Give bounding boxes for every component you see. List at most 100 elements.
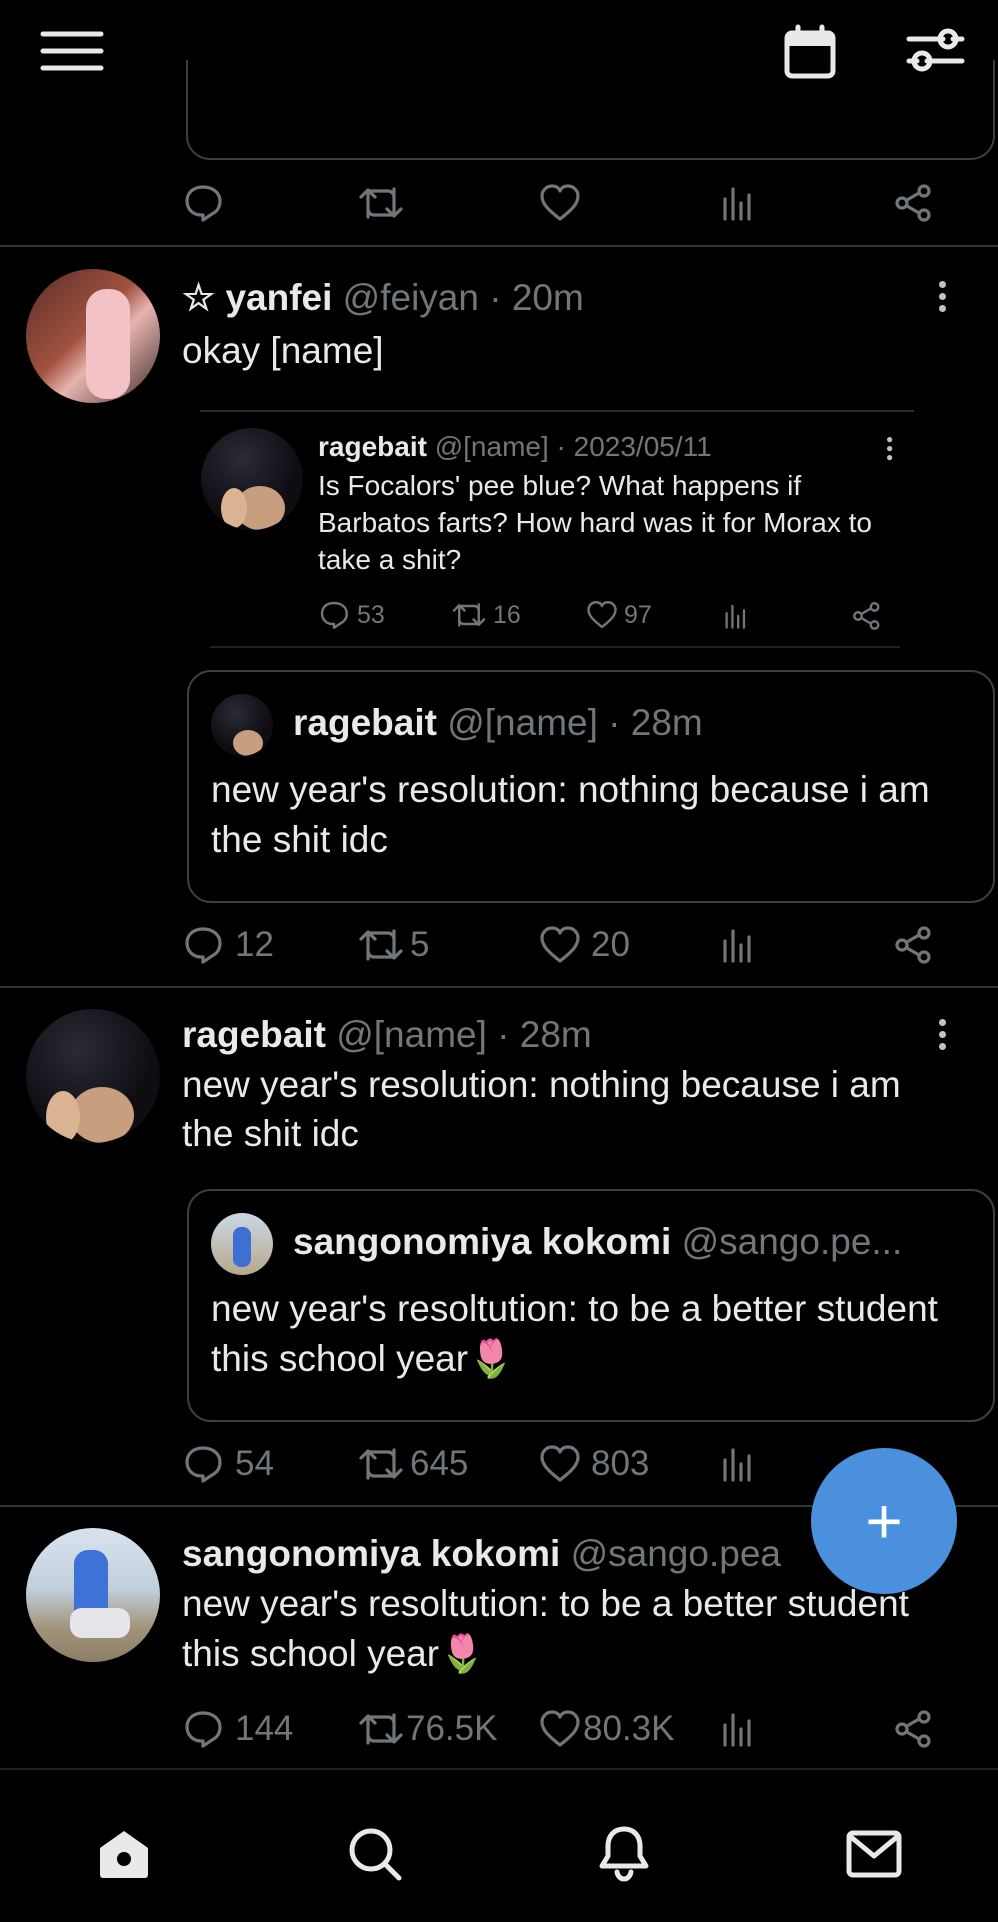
views-button[interactable] xyxy=(721,1446,755,1482)
reply-icon xyxy=(185,185,222,222)
reply-icon xyxy=(185,1711,222,1748)
post-header: ragebait @[name] · 28m xyxy=(182,1014,592,1056)
avatar[interactable] xyxy=(26,1009,160,1143)
share-button[interactable] xyxy=(894,925,934,965)
author-name[interactable]: ragebait xyxy=(182,1014,326,1055)
reply-count: 12 xyxy=(235,925,274,964)
more-options-icon[interactable] xyxy=(939,1019,947,1055)
embedded-post-header: ragebait @[name] · 2023/05/11 xyxy=(318,431,712,463)
repost-count: 16 xyxy=(451,600,521,630)
embedded-post-text: Is Focalors' pee blue? What happens if B… xyxy=(318,470,872,575)
like-button[interactable]: 803 xyxy=(539,1444,649,1484)
plus-icon: + xyxy=(865,1485,903,1557)
repost-icon xyxy=(452,603,486,627)
share-icon xyxy=(895,926,931,964)
author-handle: @[name] · 28m xyxy=(447,702,703,743)
share-icon xyxy=(895,1710,931,1748)
reply-count: 144 xyxy=(235,1709,294,1748)
author-handle: @[name] · 28m xyxy=(336,1014,592,1055)
mail-icon[interactable] xyxy=(846,1830,902,1878)
repost-icon xyxy=(359,1448,403,1480)
repost-button[interactable]: 76.5K xyxy=(358,1709,497,1749)
author-name: sangonomiya kokomi xyxy=(293,1221,672,1262)
heart-icon xyxy=(587,601,617,629)
like-button[interactable] xyxy=(539,183,581,223)
bar-chart-icon xyxy=(723,187,751,221)
avatar xyxy=(201,428,303,530)
reply-button[interactable]: 12 xyxy=(183,925,274,965)
author-name: ragebait xyxy=(293,702,437,743)
bottom-nav xyxy=(0,1768,998,1922)
hamburger-icon[interactable] xyxy=(40,30,104,72)
views-button[interactable] xyxy=(721,927,755,963)
post-text: new year's resolution: nothing because i… xyxy=(182,1064,901,1154)
compose-button[interactable]: + xyxy=(811,1448,957,1594)
heart-icon xyxy=(540,1710,580,1747)
quoted-header: sangonomiya kokomi @sango.pe... xyxy=(293,1221,902,1263)
reply-icon xyxy=(320,601,348,629)
bar-chart-icon xyxy=(725,604,746,629)
bell-icon[interactable] xyxy=(597,1824,651,1882)
share-icon xyxy=(852,601,882,631)
like-button[interactable]: 20 xyxy=(539,925,630,965)
author-handle: @sango.pe... xyxy=(681,1221,903,1262)
author-handle: @[name] · 2023/05/11 xyxy=(434,431,712,462)
like-count: 20 xyxy=(591,925,630,964)
quoted-text: new year's resoltution: to be a better s… xyxy=(211,1288,938,1379)
reply-count: 54 xyxy=(235,1444,274,1483)
like-button[interactable]: 80.3K xyxy=(539,1709,674,1749)
views-icon xyxy=(723,603,749,629)
reply-button[interactable] xyxy=(183,183,223,223)
reply-button[interactable]: 144 xyxy=(183,1709,293,1749)
repost-count: 76.5K xyxy=(406,1709,498,1748)
bar-chart-icon xyxy=(723,1713,751,1747)
views-button[interactable] xyxy=(721,1711,755,1747)
quoted-post[interactable]: sangonomiya kokomi @sango.pe... new year… xyxy=(187,1189,995,1422)
home-icon[interactable] xyxy=(96,1828,152,1880)
avatar[interactable] xyxy=(26,1528,160,1662)
share-button[interactable] xyxy=(894,1709,934,1749)
heart-icon xyxy=(540,184,580,221)
author-name[interactable]: yanfei xyxy=(225,277,332,318)
reply-icon xyxy=(185,927,222,964)
share-icon xyxy=(853,602,880,630)
reply-button[interactable]: 54 xyxy=(183,1444,274,1484)
star-glyph: ☆ xyxy=(182,277,216,318)
divider xyxy=(210,646,900,648)
bar-chart-icon xyxy=(723,929,751,963)
author-name: ragebait xyxy=(318,431,427,462)
views-button[interactable] xyxy=(721,185,755,221)
repost-count: 645 xyxy=(410,1444,469,1483)
more-options-icon[interactable] xyxy=(939,281,947,317)
author-name[interactable]: sangonomiya kokomi xyxy=(182,1533,560,1574)
quoted-post[interactable]: ragebait @[name] · 28m new year's resolu… xyxy=(187,670,995,903)
repost-icon xyxy=(359,187,403,219)
avatar xyxy=(211,694,273,756)
author-handle: @sango.pea xyxy=(570,1533,781,1574)
like-count: 80.3K xyxy=(583,1709,675,1748)
share-button[interactable] xyxy=(894,183,934,223)
quoted-text: new year's resolution: nothing because i… xyxy=(211,769,930,860)
post-text: okay [name] xyxy=(182,330,384,371)
quoted-header: ragebait @[name] · 28m xyxy=(293,702,703,744)
post-header: ☆ yanfei @feiyan · 20m xyxy=(182,276,584,319)
repost-button[interactable]: 645 xyxy=(358,1444,468,1484)
like-count: 97 xyxy=(586,600,652,630)
search-icon[interactable] xyxy=(347,1826,403,1882)
more-options-icon xyxy=(887,437,893,464)
author-handle: @feiyan · 20m xyxy=(342,277,584,318)
post-header: sangonomiya kokomi @sango.pea xyxy=(182,1533,781,1575)
reply-icon xyxy=(185,1446,222,1483)
like-count: 803 xyxy=(591,1444,650,1483)
divider xyxy=(200,410,914,412)
repost-button[interactable]: 5 xyxy=(358,925,429,965)
heart-icon xyxy=(540,1445,580,1482)
repost-icon xyxy=(359,929,403,961)
avatar[interactable] xyxy=(26,269,160,403)
repost-button[interactable] xyxy=(358,183,404,223)
divider xyxy=(0,245,998,247)
share-icon xyxy=(895,184,931,222)
reply-count: 53 xyxy=(318,600,385,630)
quoted-post-partial[interactable] xyxy=(186,60,995,160)
avatar xyxy=(211,1213,273,1275)
